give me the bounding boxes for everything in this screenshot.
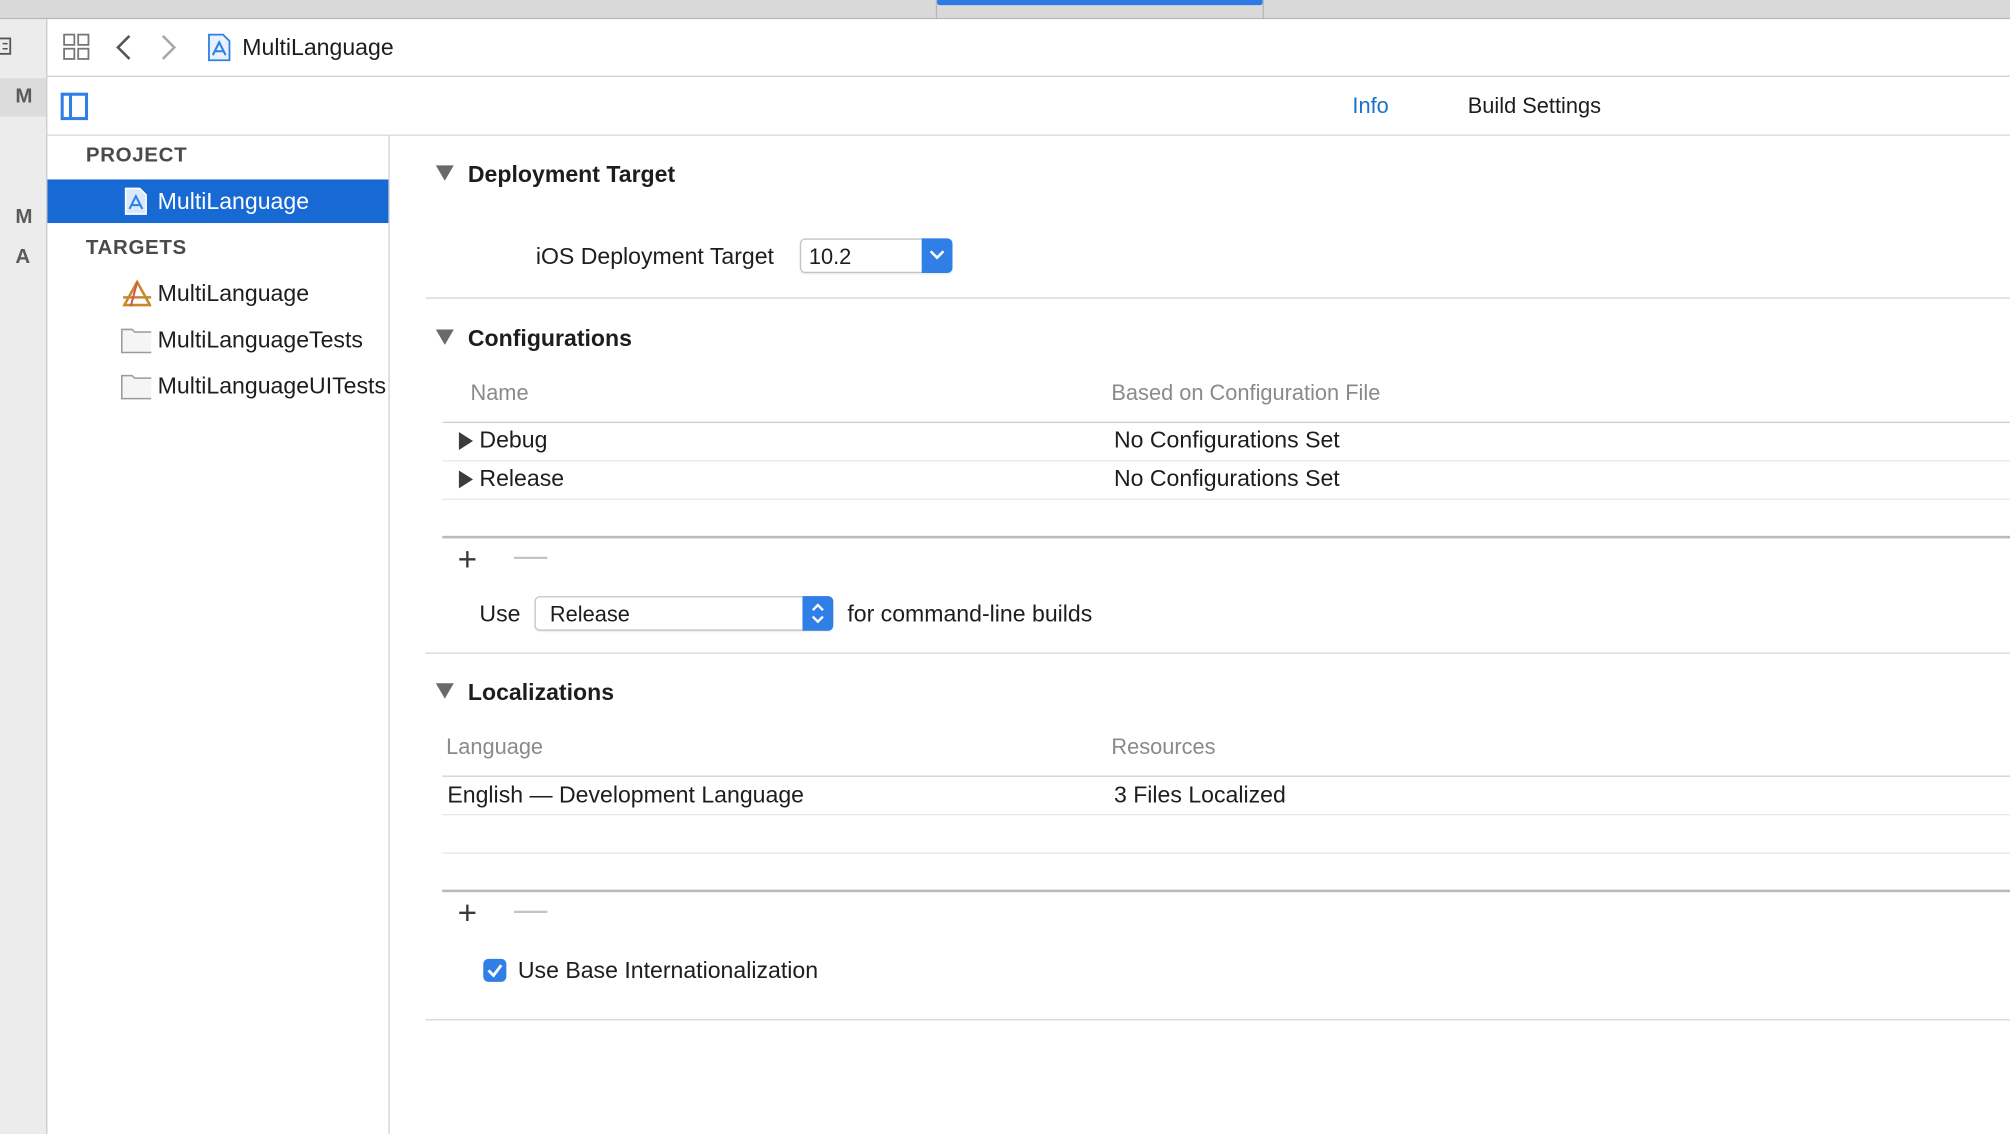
expand-triangle-icon[interactable]: [458, 470, 474, 489]
chevron-down-icon: [929, 250, 945, 260]
column-header-resources[interactable]: Resources: [1111, 735, 1215, 761]
project-info-panel: Deployment Target iOS Deployment Target …: [390, 135, 2010, 1134]
command-line-config-value: Release: [549, 602, 630, 627]
localization-resources[interactable]: 3 Files Localized: [1114, 782, 1286, 809]
sidebar-toggle-icon[interactable]: [60, 92, 89, 121]
add-localization-button[interactable]: +: [458, 896, 477, 929]
deployment-disclosure-icon[interactable]: [435, 165, 454, 181]
configuration-file[interactable]: No Configurations Set: [1114, 427, 1340, 454]
row-divider: [442, 498, 2010, 500]
row-divider: [442, 460, 2010, 462]
test-bundle-icon: [121, 328, 152, 354]
sidebar-item-label: MultiLanguage: [157, 280, 310, 307]
active-window-tab-indicator[interactable]: [937, 0, 1263, 6]
combo-arrow[interactable]: [921, 238, 953, 274]
navigator-toggle-icon[interactable]: [0, 37, 13, 55]
section-divider: [425, 297, 2010, 299]
tab-build-settings[interactable]: Build Settings: [1468, 94, 1601, 120]
up-down-chevron-icon: [811, 603, 824, 624]
configuration-name[interactable]: Release: [479, 465, 564, 492]
configuration-name[interactable]: Debug: [479, 427, 547, 454]
targets-section-header: TARGETS: [85, 237, 187, 259]
section-divider: [425, 652, 2010, 654]
expand-triangle-icon[interactable]: [458, 431, 474, 450]
row-divider: [442, 814, 2010, 816]
add-configuration-button[interactable]: +: [458, 542, 477, 575]
column-header-config-file[interactable]: Based on Configuration File: [1111, 381, 1380, 407]
project-navigator: PROJECT MultiLanguage TARGETS MultiLangu…: [47, 135, 390, 1134]
test-bundle-icon: [121, 374, 152, 400]
deployment-section-title: Deployment Target: [467, 161, 676, 188]
deployment-target-combo[interactable]: 10.2: [799, 238, 953, 274]
sidebar-item-label: MultiLanguage: [157, 188, 310, 215]
table-header-divider: [442, 775, 2010, 777]
popup-arrows[interactable]: [802, 596, 834, 631]
remove-configuration-button[interactable]: —: [514, 538, 547, 571]
forward-chevron-icon[interactable]: [158, 33, 179, 61]
sidebar-item-label: MultiLanguageTests: [157, 326, 363, 353]
configurations-section-title: Configurations: [467, 325, 632, 352]
deployment-target-value: 10.2: [808, 244, 852, 270]
project-file-icon[interactable]: [206, 33, 232, 62]
jump-bar-title[interactable]: MultiLanguage: [242, 35, 393, 62]
left-edge-strip: M M A: [0, 19, 48, 1134]
table-bottom-border: [442, 535, 2010, 539]
sidebar-item-target-tests[interactable]: MultiLanguageTests: [47, 318, 388, 362]
tab-info[interactable]: Info: [1352, 94, 1388, 120]
row-divider: [442, 852, 2010, 854]
table-bottom-border: [442, 889, 2010, 893]
localizations-disclosure-icon[interactable]: [435, 683, 454, 699]
tab-separator: [935, 0, 938, 20]
localizations-section-title: Localizations: [467, 679, 615, 706]
window-tab-strip: [0, 0, 2010, 20]
section-divider: [425, 1019, 2010, 1021]
back-chevron-icon[interactable]: [114, 33, 135, 61]
sidebar-item-label: MultiLanguageUITests: [157, 373, 386, 399]
edge-letter-m[interactable]: M: [15, 86, 32, 109]
project-file-icon: [124, 187, 147, 215]
editor-tab-bar: Info Build Settings: [47, 76, 2010, 136]
app-target-icon: [122, 279, 152, 307]
edge-letter-m[interactable]: M: [15, 206, 32, 229]
command-line-config-popup[interactable]: Release: [534, 596, 834, 631]
jump-bar: MultiLanguage: [47, 19, 2010, 77]
column-header-language[interactable]: Language: [446, 735, 543, 761]
base-internationalization-checkbox[interactable]: [483, 958, 507, 982]
command-line-suffix: for command-line builds: [847, 601, 1093, 627]
deployment-target-label: iOS Deployment Target: [535, 243, 774, 270]
localization-language[interactable]: English — Development Language: [447, 782, 804, 809]
sidebar-item-project[interactable]: MultiLanguage: [47, 179, 389, 224]
related-items-grid-icon[interactable]: [63, 33, 91, 61]
use-label: Use: [479, 601, 521, 627]
edge-letter-a[interactable]: A: [15, 246, 30, 269]
base-internationalization-label[interactable]: Use Base Internationalization: [518, 958, 818, 985]
sidebar-item-target-app[interactable]: MultiLanguage: [47, 272, 388, 316]
configuration-file[interactable]: No Configurations Set: [1114, 465, 1340, 492]
tab-separator: [1262, 0, 1264, 20]
remove-localization-button[interactable]: —: [514, 892, 547, 925]
checkmark-icon: [487, 964, 503, 978]
column-header-name[interactable]: Name: [470, 381, 528, 407]
configurations-disclosure-icon[interactable]: [435, 329, 454, 345]
sidebar-item-target-uitests[interactable]: MultiLanguageUITests: [47, 364, 388, 408]
table-header-divider: [442, 421, 2010, 424]
project-section-header: PROJECT: [85, 144, 188, 167]
